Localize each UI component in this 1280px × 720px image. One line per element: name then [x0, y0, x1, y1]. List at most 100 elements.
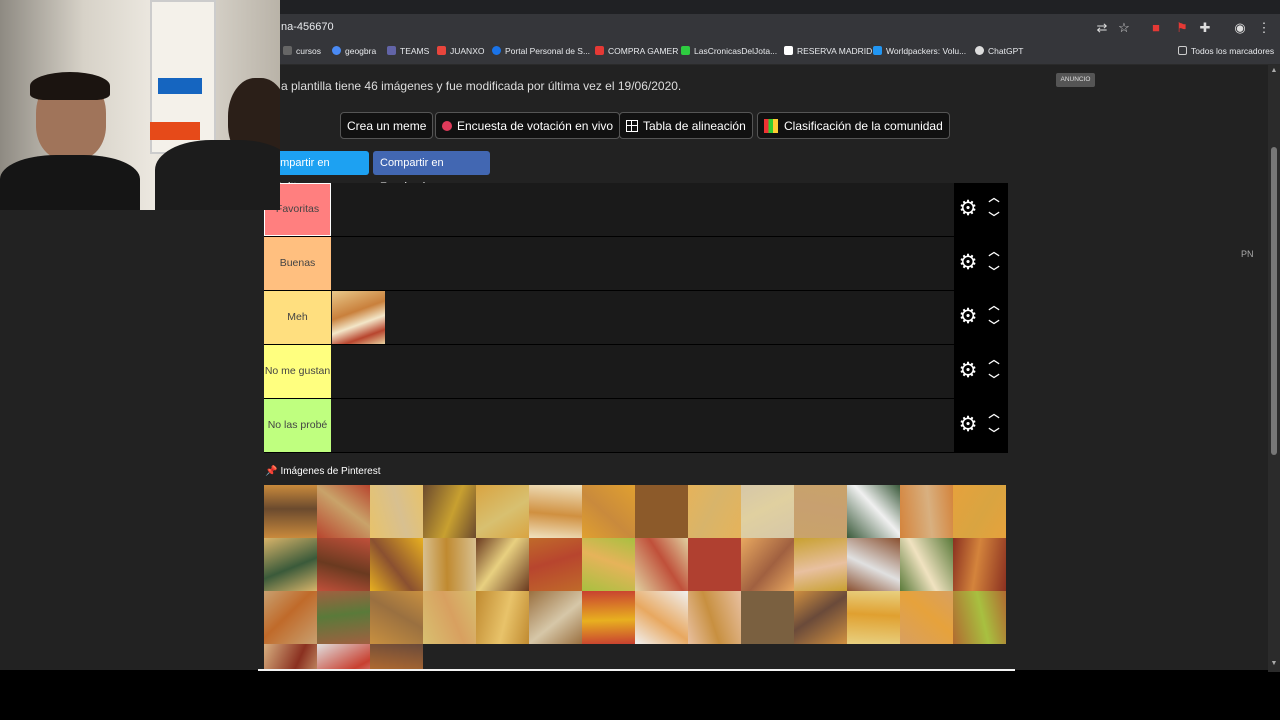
- food-image-thumb[interactable]: [688, 591, 741, 644]
- tier-label[interactable]: Buenas: [264, 237, 331, 290]
- bookmark-chatgpt[interactable]: ChatGPT: [975, 46, 1023, 56]
- chevron-up-icon[interactable]: ︿: [987, 301, 1001, 312]
- tier-drop-zone[interactable]: [332, 291, 954, 344]
- food-image-thumb[interactable]: [794, 591, 847, 644]
- food-image-thumb[interactable]: [423, 591, 476, 644]
- food-image-thumb[interactable]: [635, 538, 688, 591]
- food-image-thumb[interactable]: [317, 591, 370, 644]
- extension-red-icon[interactable]: ⚑: [1174, 20, 1190, 36]
- gear-icon[interactable]: ⚙: [958, 414, 978, 435]
- scrollbar[interactable]: ▲ ▼: [1268, 65, 1280, 672]
- url-text[interactable]: na-456670: [281, 21, 334, 33]
- food-image-thumb[interactable]: [847, 485, 900, 538]
- food-image-thumb[interactable]: [264, 538, 317, 591]
- food-image-thumb[interactable]: [847, 538, 900, 591]
- bookmark-lascronicas[interactable]: LasCronicasDelJota...: [681, 46, 777, 56]
- share-facebook-button[interactable]: Compartir en Facebook: [373, 151, 490, 193]
- food-image-thumb[interactable]: [688, 485, 741, 538]
- food-image-thumb[interactable]: [370, 644, 423, 669]
- food-image-thumb[interactable]: [794, 485, 847, 538]
- food-image-thumb[interactable]: [529, 538, 582, 591]
- food-image-thumb[interactable]: [741, 485, 794, 538]
- gear-icon[interactable]: ⚙: [958, 360, 978, 381]
- chevron-down-icon[interactable]: ﹀: [987, 375, 1001, 386]
- community-ranking-button[interactable]: Clasificación de la comunidad: [757, 112, 950, 139]
- food-image-thumb[interactable]: [370, 485, 423, 538]
- compra-gamer-icon: [595, 46, 604, 55]
- translate-icon[interactable]: ⇄: [1094, 20, 1110, 36]
- food-image-thumb[interactable]: [847, 591, 900, 644]
- menu-dots-icon[interactable]: ⋮: [1256, 20, 1272, 36]
- chevron-up-icon[interactable]: ︿: [987, 355, 1001, 366]
- chevron-up-icon[interactable]: ︿: [987, 193, 1001, 204]
- food-image-thumb[interactable]: [900, 485, 953, 538]
- create-meme-button[interactable]: Crea un meme: [340, 112, 434, 139]
- food-image-thumb[interactable]: [529, 485, 582, 538]
- food-image-thumb[interactable]: [476, 485, 529, 538]
- alignment-chart-button[interactable]: Tabla de alineación: [619, 112, 753, 139]
- bookmark-compra-gamer[interactable]: COMPRA GAMER: [595, 46, 678, 56]
- bookmark-juanxo[interactable]: JUANXO: [437, 46, 484, 56]
- food-image-thumb[interactable]: [476, 591, 529, 644]
- food-image-thumb[interactable]: [953, 591, 1006, 644]
- food-image-thumb[interactable]: [582, 485, 635, 538]
- bookmark-star-icon[interactable]: ☆: [1116, 20, 1132, 36]
- chevron-up-icon[interactable]: ︿: [987, 409, 1001, 420]
- share-twitter-button[interactable]: ompartir en Twitter: [268, 151, 369, 193]
- profile-icon[interactable]: ◉: [1232, 20, 1248, 36]
- bookmark-geogbra[interactable]: geogbra: [332, 46, 376, 56]
- food-image-thumb[interactable]: [529, 591, 582, 644]
- food-image-thumb[interactable]: [264, 485, 317, 538]
- chevron-down-icon[interactable]: ﹀: [987, 213, 1001, 224]
- food-image-thumb[interactable]: [264, 644, 317, 669]
- chevron-up-icon[interactable]: ︿: [987, 247, 1001, 258]
- chevron-down-icon[interactable]: ﹀: [987, 321, 1001, 332]
- food-image-thumb[interactable]: [900, 538, 953, 591]
- extensions-puzzle-icon[interactable]: ✚: [1197, 20, 1213, 36]
- food-image-thumb[interactable]: [953, 485, 1006, 538]
- gear-icon[interactable]: ⚙: [958, 198, 978, 219]
- chevron-down-icon[interactable]: ﹀: [987, 267, 1001, 278]
- tier-label[interactable]: Meh: [264, 291, 331, 344]
- sandwich-image[interactable]: [332, 291, 385, 344]
- bookmark-reserva-madrid[interactable]: RESERVA MADRID: [784, 46, 872, 56]
- scroll-thumb[interactable]: [1271, 147, 1277, 455]
- bookmark-portal[interactable]: Portal Personal de S...: [492, 46, 590, 56]
- all-bookmarks[interactable]: Todos los marcadores: [1178, 46, 1274, 56]
- food-image-thumb[interactable]: [264, 591, 317, 644]
- food-image-thumb[interactable]: [423, 538, 476, 591]
- food-image-thumb[interactable]: [476, 538, 529, 591]
- food-image-thumb[interactable]: [317, 485, 370, 538]
- tier-drop-zone[interactable]: [332, 237, 954, 290]
- food-image-thumb[interactable]: [582, 538, 635, 591]
- bookmark-teams[interactable]: TEAMS: [387, 46, 429, 56]
- food-image-thumb[interactable]: [688, 538, 741, 591]
- bookmark-cursos[interactable]: cursos: [283, 46, 321, 56]
- food-image-thumb[interactable]: [582, 591, 635, 644]
- tier-drop-zone[interactable]: [332, 345, 954, 398]
- gear-icon[interactable]: ⚙: [958, 306, 978, 327]
- gear-icon[interactable]: ⚙: [958, 252, 978, 273]
- food-image-thumb[interactable]: [741, 591, 794, 644]
- bookmark-worldpackers[interactable]: Worldpackers: Volu...: [873, 46, 966, 56]
- food-image-thumb[interactable]: [741, 538, 794, 591]
- food-image-thumb[interactable]: [370, 591, 423, 644]
- food-image-thumb[interactable]: [635, 591, 688, 644]
- food-image-thumb[interactable]: [900, 591, 953, 644]
- food-image-thumb[interactable]: [635, 485, 688, 538]
- scroll-up-icon[interactable]: ▲: [1269, 67, 1279, 77]
- tier-drop-zone[interactable]: [332, 183, 954, 236]
- tier-label[interactable]: No las probé: [264, 399, 331, 452]
- extension-icon[interactable]: ■: [1148, 20, 1164, 36]
- scroll-down-icon[interactable]: ▼: [1269, 660, 1279, 670]
- food-image-thumb[interactable]: [317, 644, 370, 669]
- food-image-thumb[interactable]: [953, 538, 1006, 591]
- tier-drop-zone[interactable]: [332, 399, 954, 452]
- chevron-down-icon[interactable]: ﹀: [987, 429, 1001, 440]
- food-image-thumb[interactable]: [423, 485, 476, 538]
- tier-label[interactable]: No me gustan: [264, 345, 331, 398]
- food-image-thumb[interactable]: [370, 538, 423, 591]
- food-image-thumb[interactable]: [794, 538, 847, 591]
- food-image-thumb[interactable]: [317, 538, 370, 591]
- live-poll-button[interactable]: Encuesta de votación en vivo: [435, 112, 621, 139]
